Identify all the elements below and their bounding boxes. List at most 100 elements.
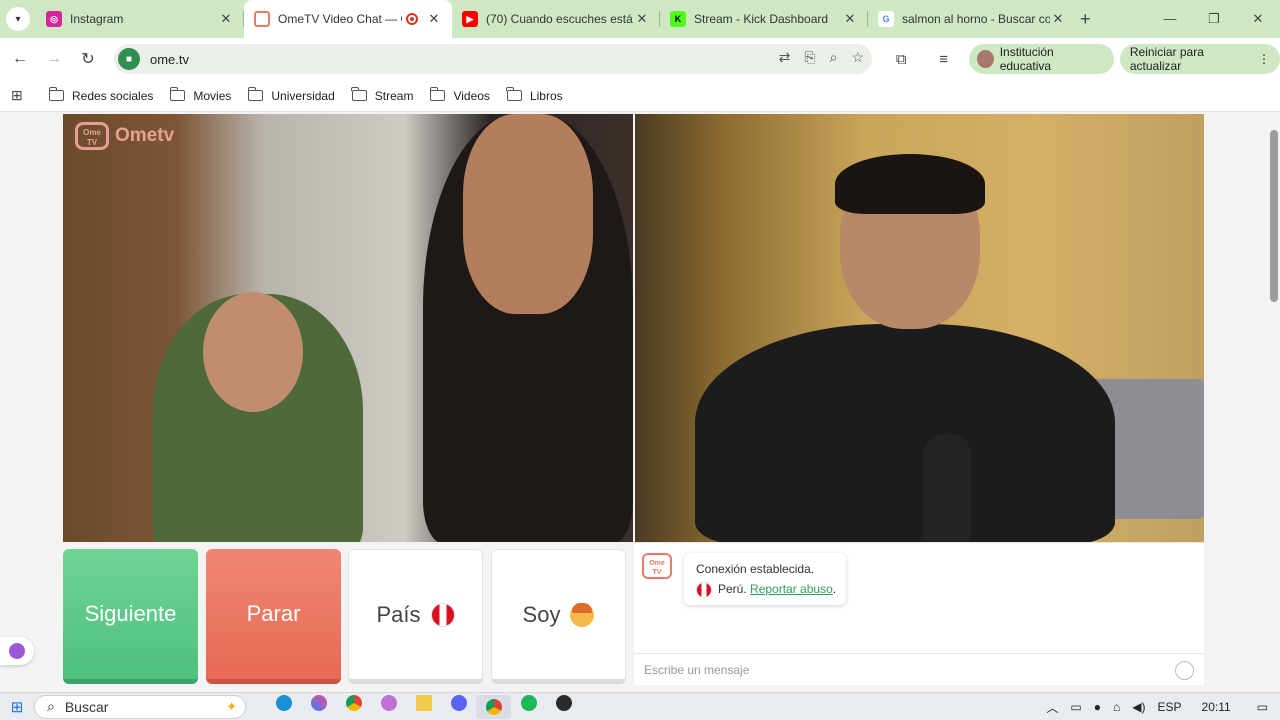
emoji-icon[interactable] [1175,661,1194,680]
gender-button[interactable]: Soy [491,549,626,684]
translate-icon[interactable]: ⇄ [779,49,791,66]
restore-icon[interactable]: ❐ [1192,0,1236,38]
install-app-icon[interactable]: ⎘ [804,49,815,66]
close-icon[interactable]: ✕ [634,11,650,27]
country-button[interactable]: País [348,549,483,684]
ometv-chat-logo-icon: Ome TV [642,553,672,579]
windows-start-icon[interactable]: ⊞ [0,698,34,716]
video-figure [203,292,303,412]
address-bar[interactable]: ■ ome.tv ⇄ ⎘ ⌕ ☆ [114,44,872,74]
close-window-icon[interactable]: ✕ [1236,0,1280,38]
boy-emoji-icon [570,602,595,627]
bookmark-folder[interactable]: Universidad [247,87,335,103]
scroll-thumb[interactable] [1270,130,1278,302]
country-name: Perú. [718,582,747,596]
forward-arrow-icon[interactable]: → [37,50,71,68]
spotify-icon[interactable] [511,694,546,719]
tab-ometv[interactable]: OmeTV Video Chat — O ✕ [244,0,452,38]
pen-icon[interactable] [371,694,406,719]
country-line: Perú. Reportar abuso. [696,579,836,599]
battery-icon[interactable]: ▭ [1070,700,1081,714]
language-indicator[interactable]: ESP [1158,700,1182,714]
apps-grid-icon[interactable]: ⊞ [11,87,27,104]
copilot-icon[interactable] [301,694,336,719]
message-placeholder[interactable]: Escribe un mensaje [644,663,749,677]
profile-button[interactable]: Institución educativa [968,44,1114,74]
bookmark-folder[interactable]: Movies [169,87,232,103]
system-message: Conexión establecida. Perú. Reportar abu… [684,553,847,605]
video-figure [463,114,593,314]
taskbar-search[interactable]: ⌕ Buscar ✦ [34,694,246,719]
browser-toolbar: ← → ↻ ■ ome.tv ⇄ ⎘ ⌕ ☆ ⧉ ≡ Institución e… [0,38,1280,80]
peru-flag-icon [430,602,455,627]
video-figure [835,154,985,214]
report-abuse-link[interactable]: Reportar abuso [750,582,833,596]
sparkle-icon: ✦ [226,698,237,714]
tab-kick[interactable]: K Stream - Kick Dashboard ✕ [660,0,868,38]
tab-instagram[interactable]: ◎ Instagram ✕ [36,0,244,38]
obs-icon[interactable] [546,694,581,719]
tab-title: salmon al horno - Buscar co [902,12,1050,26]
folder-icon [506,87,522,101]
bookmark-folder[interactable]: Libros [506,87,563,103]
stop-button[interactable]: Parar [206,549,341,684]
close-icon[interactable]: ✕ [218,11,234,27]
back-arrow-icon[interactable]: ← [3,50,37,68]
bookmark-folder[interactable]: Redes sociales [48,87,153,103]
ometv-page: Ome TV Ome tv Siguiente Parar País Soy Om… [0,112,1280,692]
reload-icon[interactable]: ↻ [71,49,105,69]
minimize-icon[interactable]: — [1148,0,1192,38]
recording-icon [406,13,418,25]
next-button[interactable]: Siguiente [63,549,198,684]
microphone-figure [923,434,971,542]
folder-icon [48,87,64,101]
microphone-icon[interactable]: ● [1094,700,1101,714]
update-button[interactable]: Reiniciar para actualizar ⋮ [1119,44,1280,74]
kick-icon: K [670,11,686,27]
side-widget[interactable] [0,637,34,665]
chrome-icon[interactable] [336,694,371,719]
chevron-up-icon[interactable]: ︿ [1046,699,1058,716]
edge-icon[interactable] [266,694,301,719]
peru-flag-icon [696,581,712,598]
bookmark-folder[interactable]: Stream [351,87,413,103]
more-menu-icon[interactable]: ⋮ [1258,52,1270,66]
clock[interactable]: 20:11 [1202,700,1231,714]
discord-icon[interactable] [441,694,476,719]
site-info-icon[interactable]: ■ [118,48,140,70]
video-figure [695,324,1115,542]
file-explorer-icon[interactable] [406,694,441,719]
bookmark-label: Videos [453,88,490,103]
search-label: Buscar [64,698,109,715]
media-control-icon[interactable]: ≡ [930,51,956,68]
tab-strip: ▾ ◎ Instagram ✕ OmeTV Video Chat — O ✕ ▶… [0,0,1280,38]
google-icon: G [878,11,894,27]
chevron-down-icon[interactable]: ▾ [6,7,30,31]
bookmark-folder[interactable]: Videos [429,87,490,103]
volume-icon[interactable]: ◀) [1132,700,1145,714]
zoom-icon[interactable]: ⌕ [830,49,838,66]
chat-panel: Ome TV Conexión establecida. Perú. Repor… [634,542,1204,685]
bookmark-label: Movies [193,88,232,103]
next-label: Siguiente [84,601,177,626]
bookmark-label: Libros [529,88,563,103]
puzzle-icon[interactable]: ⧉ [888,51,914,68]
url-text[interactable]: ome.tv [150,52,189,67]
tab-youtube[interactable]: ▶ (70) Cuando escuches está c ✕ [452,0,660,38]
close-icon[interactable]: ✕ [1050,11,1066,27]
new-tab-icon[interactable]: + [1080,9,1091,30]
network-icon[interactable]: ⌂ [1113,700,1120,714]
brand-name: Ome [115,125,158,146]
message-input[interactable]: Escribe un mensaje [634,653,1204,685]
bookmark-star-icon[interactable]: ☆ [851,49,864,66]
avatar [976,50,994,68]
close-icon[interactable]: ✕ [842,11,858,27]
tab-google[interactable]: G salmon al horno - Buscar co ✕ [868,0,1076,38]
chrome-active-icon[interactable] [476,694,511,719]
window-controls: — ❐ ✕ [1148,0,1280,38]
scrollbar[interactable] [1268,114,1280,686]
brain-icon [9,643,25,659]
notifications-icon[interactable]: ▭ [1257,700,1268,714]
profile-label: Institución educativa [999,45,1054,73]
close-icon[interactable]: ✕ [426,11,442,27]
